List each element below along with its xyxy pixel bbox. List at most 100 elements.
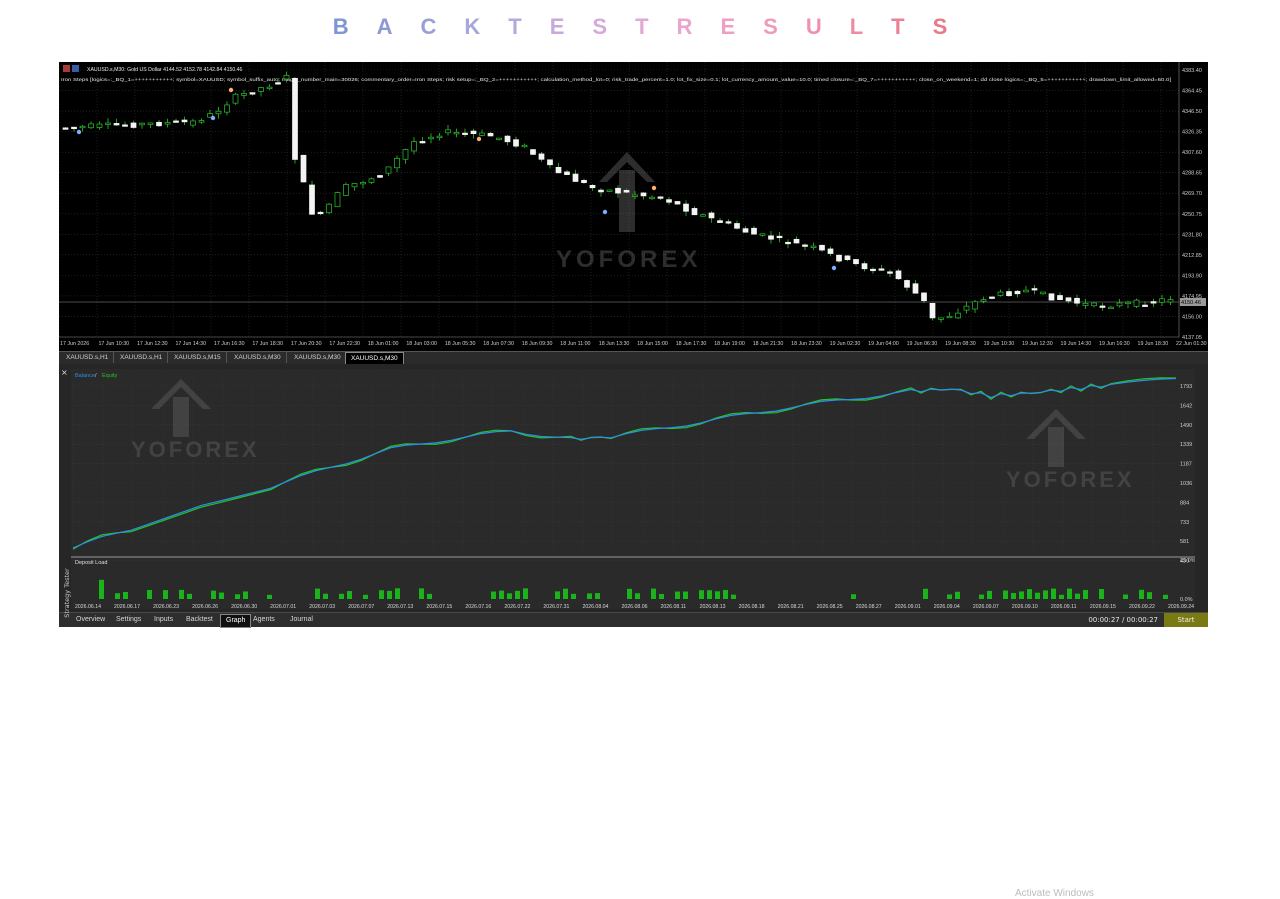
price-axis-label: 4269.70 [1182,191,1202,197]
tester-tab-graph[interactable]: Graph [220,614,252,628]
deposit-bar [675,591,680,599]
deposit-bar [1059,594,1064,599]
candle-body [343,184,349,196]
graph-date-label: 2026.06.26 [192,604,218,609]
candle-body [870,268,876,272]
candle-body [836,254,842,262]
candle-body [190,120,196,126]
tester-graph-canvas: 179316421490133911871036884733581430Bala… [71,373,1196,610]
yoforex-watermark: YOFOREX [131,379,257,462]
candle-body [623,190,630,193]
deposit-bar [211,590,216,599]
tester-tab-backtest[interactable]: Backtest [181,614,218,626]
graph-date-label: 2026.07.01 [270,604,296,609]
graph-axis-label: 581 [1180,539,1189,545]
time-axis-label: 19 Jun 08:30 [945,341,976,347]
price-chart[interactable]: 4383.40 4364.45 4346.50 4326.35 4307.60 4288.… [58,62,1208,351]
candle-body [275,82,281,85]
candle-body [810,245,817,248]
deposit-bar [187,593,192,599]
time-axis-label: 18 Jun 17:30 [676,341,707,347]
candle-body [972,301,978,310]
time-axis-label: 17 Jun 14:30 [175,341,206,347]
candle-body [666,199,672,203]
close-icon[interactable]: × [61,368,68,377]
time-axis-label: 22 Jun 01:30 [1176,341,1207,347]
tester-tab-settings[interactable]: Settings [111,614,146,626]
deposit-bar [1147,592,1152,599]
deposit-bar [363,594,368,599]
candle-body [283,74,290,80]
yoforex-watermark: YOFOREX [556,152,697,273]
deposit-bar [315,588,320,599]
time-axis-label: 18 Jun 05:30 [445,341,476,347]
time-axis-label: 17 Jun 16:30 [214,341,245,347]
graph-date-label: 2026.09.04 [934,604,960,609]
candle-body [997,291,1004,296]
candle-body [224,104,230,113]
candle-body [402,149,409,160]
candle-body [555,166,562,174]
tester-graph[interactable]: 1793 1642 1490 1339 1187 1036 884 733 581 430 Bala… [71,369,1196,610]
candle-body [385,166,392,174]
candle-body [802,244,808,247]
trade-marker [476,136,482,142]
heading-letter: S [932,14,948,39]
heading-letter: T [508,14,522,39]
time-axis-label: 17 Jun 2026 [60,341,89,347]
candle-body [445,129,451,134]
graph-date-label: 2026.07.07 [348,604,374,609]
start-button[interactable]: Start [1164,613,1208,627]
deposit-bar [987,590,992,599]
deposit-bar [587,593,592,599]
heading-letter: T [635,14,649,39]
candle-body [462,132,468,135]
deposit-bar [651,588,656,599]
chart-tab[interactable]: XAUUSD.s,M30 [229,352,287,363]
deposit-bar [707,590,712,599]
deposit-bar [507,593,512,599]
heading-letter: C [420,14,437,39]
heading-letter: R [676,14,693,39]
time-axis-label: 18 Jun 13:30 [599,341,630,347]
heading-letter: E [720,14,736,39]
candle-body [317,211,324,215]
candle-body [691,208,698,216]
graph-date-label: 2026.07.15 [426,604,452,609]
tester-tab-agents[interactable]: Agents [248,614,280,626]
deposit-bar [347,591,352,599]
deposit-bar [243,591,248,599]
candle-body [725,221,732,224]
candle-body [156,121,162,127]
time-axis-label: 19 Jun 14:30 [1061,341,1092,347]
candle-body [62,127,69,130]
candle-body [411,141,417,152]
candle-body [394,157,400,169]
graph-date-label: 2026.06.30 [231,604,257,609]
price-axis-label: 4231.80 [1182,232,1202,238]
tester-tab-overview[interactable]: Overview [71,614,110,626]
candle-body [1108,306,1114,310]
candle-body [377,175,383,178]
chart-tab[interactable]: XAUUSD.s,M15 [169,352,227,363]
candle-body [768,235,774,240]
candle-body [1133,299,1140,307]
chart-tab[interactable]: XAUUSD.s,H1 [61,352,115,363]
candle-body [241,93,247,96]
price-axis-label: 4364.45 [1182,89,1202,95]
deposit-bar [1083,589,1088,599]
chart-tab[interactable]: XAUUSD.s,M30 [289,352,347,363]
candle-body [598,189,604,193]
candle-body [1150,301,1157,304]
candle-body [963,305,970,311]
strategy-tester-label: Strategy Tester [63,568,71,618]
deposit-bar [851,594,856,599]
tester-tab-inputs[interactable]: Inputs [149,614,178,626]
deposit-bar [515,590,520,599]
candle-body [249,92,256,95]
tester-tab-journal[interactable]: Journal [285,614,318,626]
deposit-bar [1043,590,1048,599]
deposit-pct-bottom: 0.0% [1180,597,1193,603]
heading-letter: A [376,14,393,39]
chart-tab[interactable]: XAUUSD.s,H1 [115,352,169,363]
